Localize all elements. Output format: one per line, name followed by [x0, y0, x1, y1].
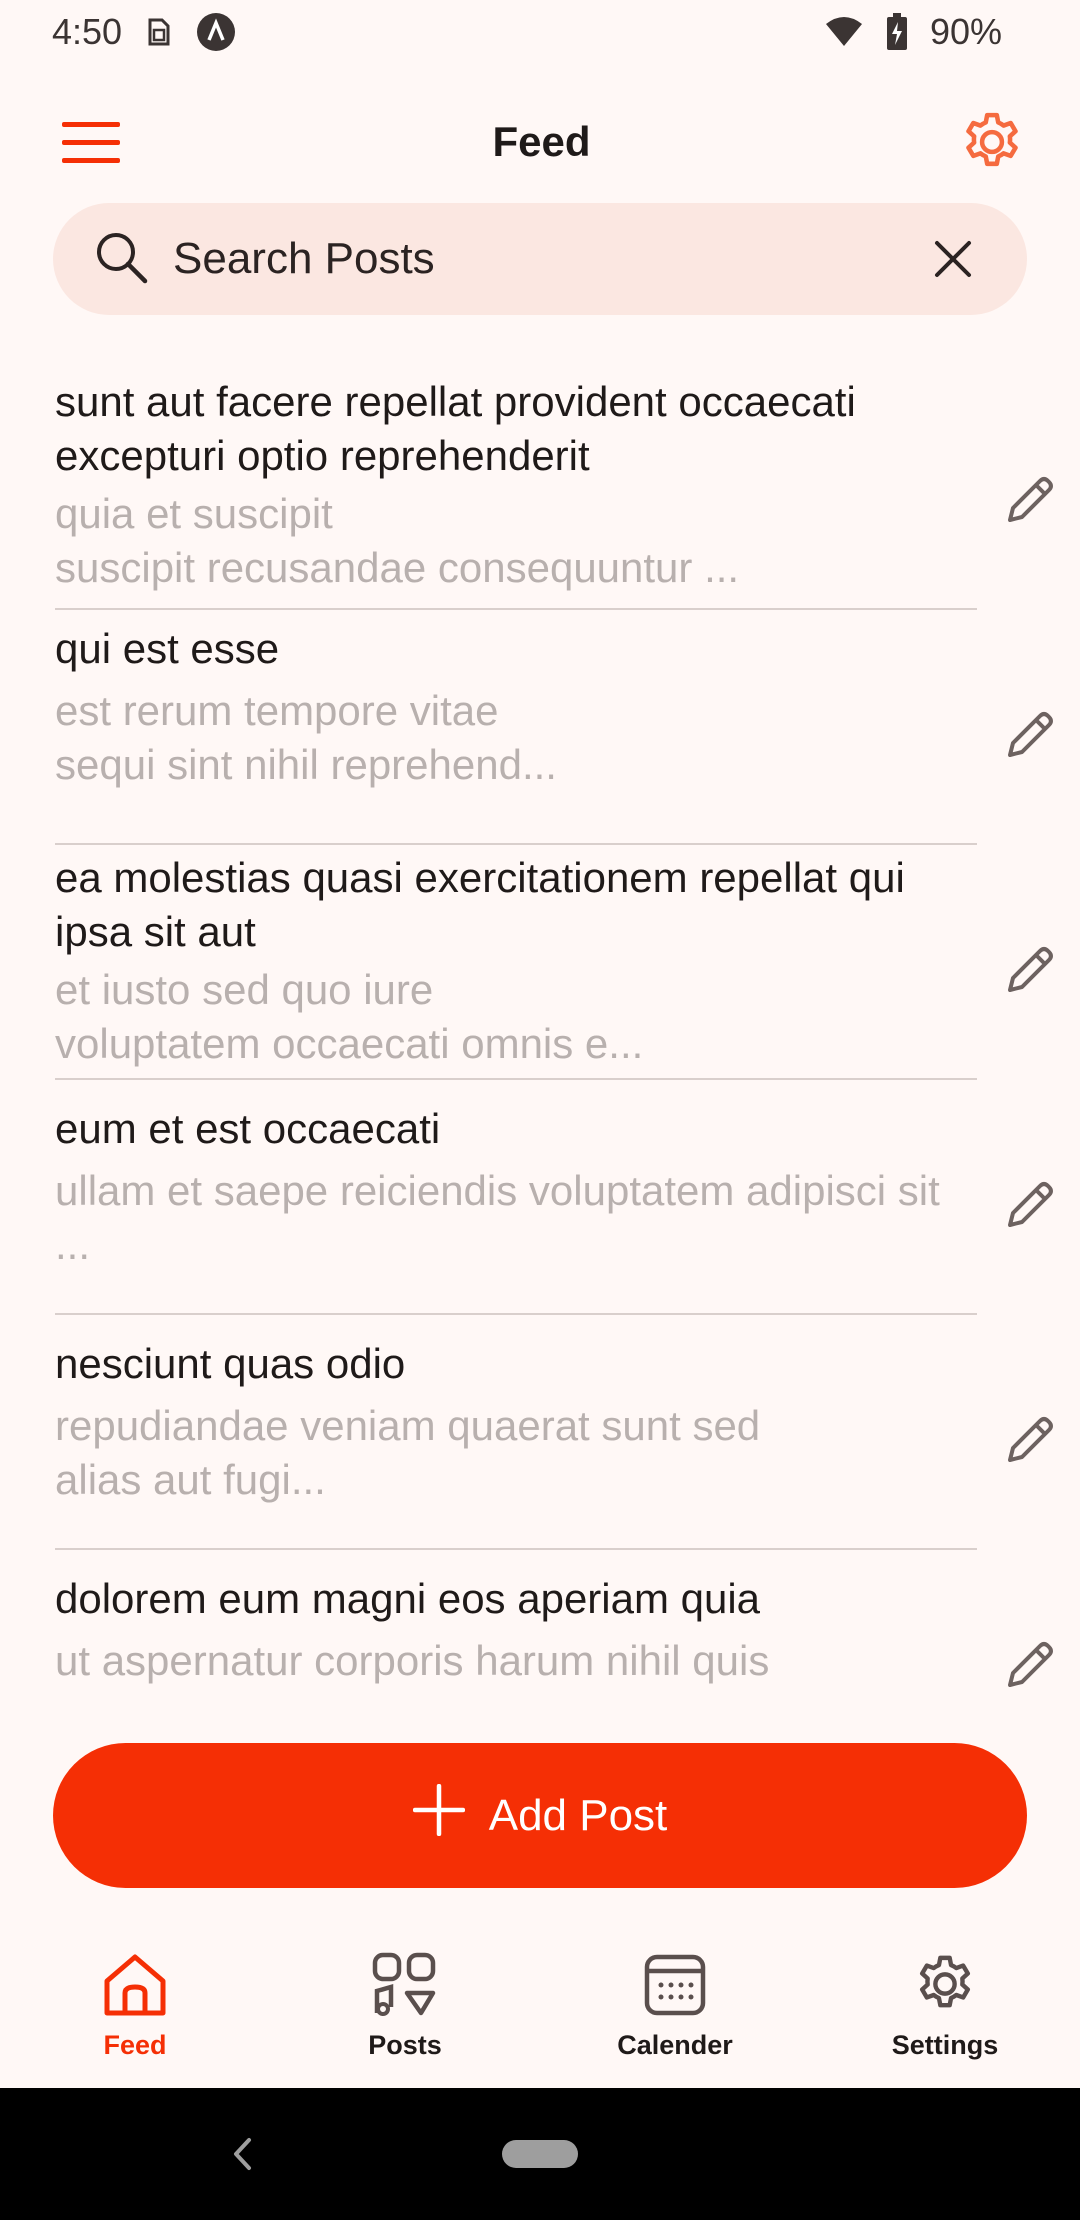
nav-item-feed[interactable]: Feed — [0, 1925, 270, 2087]
post-text: dolorem eum magni eos aperiam quia ut as… — [55, 1550, 977, 1700]
posts-icon — [371, 1951, 439, 2022]
nav-item-calendar[interactable]: Calender — [540, 1925, 810, 2087]
post-body: et iusto sed quo iure voluptatem occaeca… — [55, 966, 644, 1067]
calendar-icon — [641, 1951, 709, 2022]
pencil-icon[interactable] — [995, 1170, 1065, 1240]
post-text: eum et est occaecati ullam et saepe reic… — [55, 1080, 977, 1315]
post-body: quia et suscipit suscipit recusandae con… — [55, 490, 740, 591]
status-time: 4:50 — [52, 11, 123, 52]
post-title: dolorem eum magni eos aperiam quia — [55, 1575, 761, 1622]
bottom-nav: Feed Posts Calender Settings — [0, 1925, 1080, 2087]
status-right: 90% — [824, 11, 1002, 53]
feed-screen: 4:50 90% Feed Search Posts sunt aut face… — [0, 0, 1080, 2220]
status-left: 4:50 — [52, 11, 236, 53]
gear-icon — [912, 1951, 978, 2022]
nav-label-feed: Feed — [103, 2030, 167, 2060]
post-body: ut aspernatur corporis harum nihil quis — [55, 1637, 770, 1684]
a-circle-icon — [196, 12, 236, 52]
home-handle[interactable] — [502, 2140, 578, 2168]
post-body: est rerum tempore vitae sequi sint nihil… — [55, 687, 557, 788]
post-body: repudiandae veniam quaerat sunt sed alia… — [55, 1402, 761, 1503]
post-text: ea molestias quasi exercitationem repell… — [55, 845, 977, 1080]
add-post-label: Add Post — [488, 1790, 668, 1840]
post-body: ullam et saepe reiciendis voluptatem adi… — [55, 1167, 940, 1268]
pencil-icon[interactable] — [995, 935, 1065, 1005]
nav-item-posts[interactable]: Posts — [270, 1925, 540, 2087]
pencil-icon[interactable] — [995, 465, 1065, 535]
pencil-icon[interactable] — [995, 1405, 1065, 1475]
status-bar: 4:50 90% — [0, 0, 1080, 64]
nav-item-settings[interactable]: Settings — [810, 1925, 1080, 2087]
list-item[interactable]: sunt aut facere repellat provident occae… — [55, 375, 1065, 610]
post-title: eum et est occaecati — [55, 1105, 441, 1152]
nav-label-posts: Posts — [368, 2030, 442, 2060]
top-app-bar: Feed — [0, 92, 1080, 192]
wifi-icon — [824, 16, 864, 48]
battery-percent: 90% — [929, 11, 1002, 52]
battery-charging-icon — [886, 13, 908, 51]
nav-label-calendar: Calender — [617, 2030, 733, 2060]
post-list[interactable]: sunt aut facere repellat provident occae… — [0, 375, 1080, 1700]
list-item[interactable]: ea molestias quasi exercitationem repell… — [55, 845, 1065, 1080]
post-title: ea molestias quasi exercitationem repell… — [55, 854, 905, 955]
search-icon — [91, 227, 151, 292]
list-item[interactable]: nesciunt quas odio repudiandae veniam qu… — [55, 1315, 1065, 1550]
plus-icon — [412, 1783, 465, 1847]
list-item[interactable]: qui est esse est rerum tempore vitae seq… — [55, 610, 1065, 845]
search-bar[interactable]: Search Posts — [53, 203, 1027, 315]
post-text: sunt aut facere repellat provident occae… — [55, 375, 977, 610]
back-icon[interactable] — [222, 2126, 262, 2182]
pencil-icon[interactable] — [995, 1630, 1065, 1700]
gear-icon[interactable] — [956, 106, 1028, 178]
search-input[interactable]: Search Posts — [173, 234, 923, 284]
hamburger-menu-icon[interactable] — [55, 106, 127, 178]
system-nav-bar — [0, 2088, 1080, 2220]
list-item[interactable]: dolorem eum magni eos aperiam quia ut as… — [55, 1550, 1065, 1700]
post-text: nesciunt quas odio repudiandae veniam qu… — [55, 1315, 977, 1550]
list-item[interactable]: eum et est occaecati ullam et saepe reic… — [55, 1080, 1065, 1315]
nav-label-settings: Settings — [891, 2030, 999, 2060]
page-title: Feed — [492, 118, 591, 165]
close-icon[interactable] — [923, 229, 983, 289]
post-title: nesciunt quas odio — [55, 1340, 406, 1387]
sim-icon — [144, 14, 174, 50]
pencil-icon[interactable] — [995, 700, 1065, 770]
post-text: qui est esse est rerum tempore vitae seq… — [55, 610, 977, 845]
post-title: qui est esse — [55, 625, 280, 672]
add-post-button[interactable]: Add Post — [53, 1743, 1027, 1888]
home-icon — [101, 1951, 169, 2022]
post-title: sunt aut facere repellat provident occae… — [55, 378, 856, 479]
